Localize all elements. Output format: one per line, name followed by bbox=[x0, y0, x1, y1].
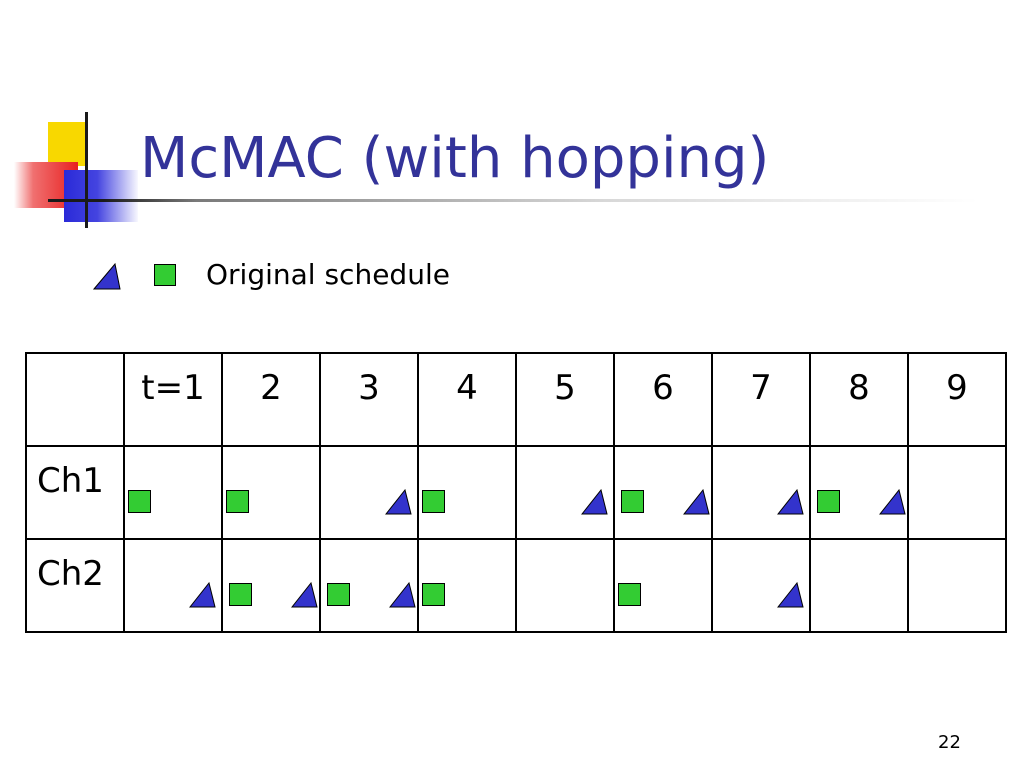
schedule-cell bbox=[515, 538, 615, 633]
schedule-cell bbox=[417, 538, 517, 633]
time-header-cell: 7 bbox=[711, 352, 811, 447]
time-header-cell: 8 bbox=[809, 352, 909, 447]
time-label: 7 bbox=[750, 368, 772, 408]
schedule-cell bbox=[613, 445, 713, 540]
time-label: t=1 bbox=[141, 368, 205, 408]
triangle-icon bbox=[385, 489, 412, 515]
slide-logo bbox=[0, 0, 978, 240]
schedule-cell bbox=[123, 445, 223, 540]
time-header-cell: 4 bbox=[417, 352, 517, 447]
channel-label: Ch1 bbox=[37, 461, 104, 501]
time-label: 8 bbox=[848, 368, 870, 408]
schedule-cell bbox=[123, 538, 223, 633]
square-icon bbox=[327, 583, 350, 606]
triangle-icon bbox=[92, 262, 121, 290]
legend-label: Original schedule bbox=[206, 258, 450, 291]
channel-label-cell: Ch2 bbox=[25, 538, 125, 633]
time-header-cell: 6 bbox=[613, 352, 713, 447]
page-number: 22 bbox=[938, 732, 961, 753]
triangle-icon bbox=[777, 582, 804, 608]
square-icon bbox=[422, 490, 445, 513]
table-header-row: t=1 2 3 4 5 6 7 8 9 bbox=[25, 352, 1007, 447]
schedule-cell bbox=[907, 538, 1007, 633]
square-icon bbox=[618, 583, 641, 606]
schedule-cell bbox=[907, 445, 1007, 540]
time-label: 9 bbox=[946, 368, 968, 408]
schedule-cell bbox=[809, 445, 909, 540]
channel-label-cell: Ch1 bbox=[25, 445, 125, 540]
table-row: Ch1 bbox=[25, 445, 1007, 540]
schedule-cell bbox=[221, 445, 321, 540]
schedule-cell bbox=[613, 538, 713, 633]
time-header-cell: 5 bbox=[515, 352, 615, 447]
square-icon bbox=[229, 583, 252, 606]
triangle-icon bbox=[683, 489, 710, 515]
schedule-cell bbox=[809, 538, 909, 633]
time-header-cell: t=1 bbox=[123, 352, 223, 447]
time-label: 6 bbox=[652, 368, 674, 408]
time-header-cell: 2 bbox=[221, 352, 321, 447]
schedule-cell bbox=[711, 538, 811, 633]
time-header-cell: 9 bbox=[907, 352, 1007, 447]
time-header-cell: 3 bbox=[319, 352, 419, 447]
schedule-cell bbox=[515, 445, 615, 540]
square-icon bbox=[128, 490, 151, 513]
triangle-icon bbox=[879, 489, 906, 515]
square-icon bbox=[621, 490, 644, 513]
triangle-icon bbox=[777, 489, 804, 515]
time-label: 4 bbox=[456, 368, 478, 408]
logo-yellow-square bbox=[48, 122, 86, 166]
triangle-icon bbox=[389, 582, 416, 608]
square-icon bbox=[154, 264, 176, 286]
schedule-cell bbox=[711, 445, 811, 540]
logo-blue-square bbox=[64, 170, 138, 222]
schedule-cell bbox=[417, 445, 517, 540]
schedule-cell bbox=[221, 538, 321, 633]
triangle-icon bbox=[291, 582, 318, 608]
table-row: Ch2 bbox=[25, 538, 1007, 633]
slide-title: McMAC (with hopping) bbox=[140, 126, 770, 191]
time-label: 2 bbox=[260, 368, 282, 408]
triangle-icon bbox=[189, 582, 216, 608]
schedule-cell bbox=[319, 538, 419, 633]
square-icon bbox=[422, 583, 445, 606]
legend: Original schedule bbox=[92, 256, 512, 296]
triangle-icon bbox=[581, 489, 608, 515]
square-icon bbox=[226, 490, 249, 513]
square-icon bbox=[817, 490, 840, 513]
time-label: 3 bbox=[358, 368, 380, 408]
time-label: 5 bbox=[554, 368, 576, 408]
schedule-cell bbox=[319, 445, 419, 540]
title-underline bbox=[48, 199, 978, 202]
schedule-table: t=1 2 3 4 5 6 7 8 9 Ch1 Ch2 bbox=[25, 352, 1007, 633]
logo-vertical-line bbox=[85, 112, 88, 228]
channel-label: Ch2 bbox=[37, 554, 104, 594]
corner-cell bbox=[25, 352, 125, 447]
